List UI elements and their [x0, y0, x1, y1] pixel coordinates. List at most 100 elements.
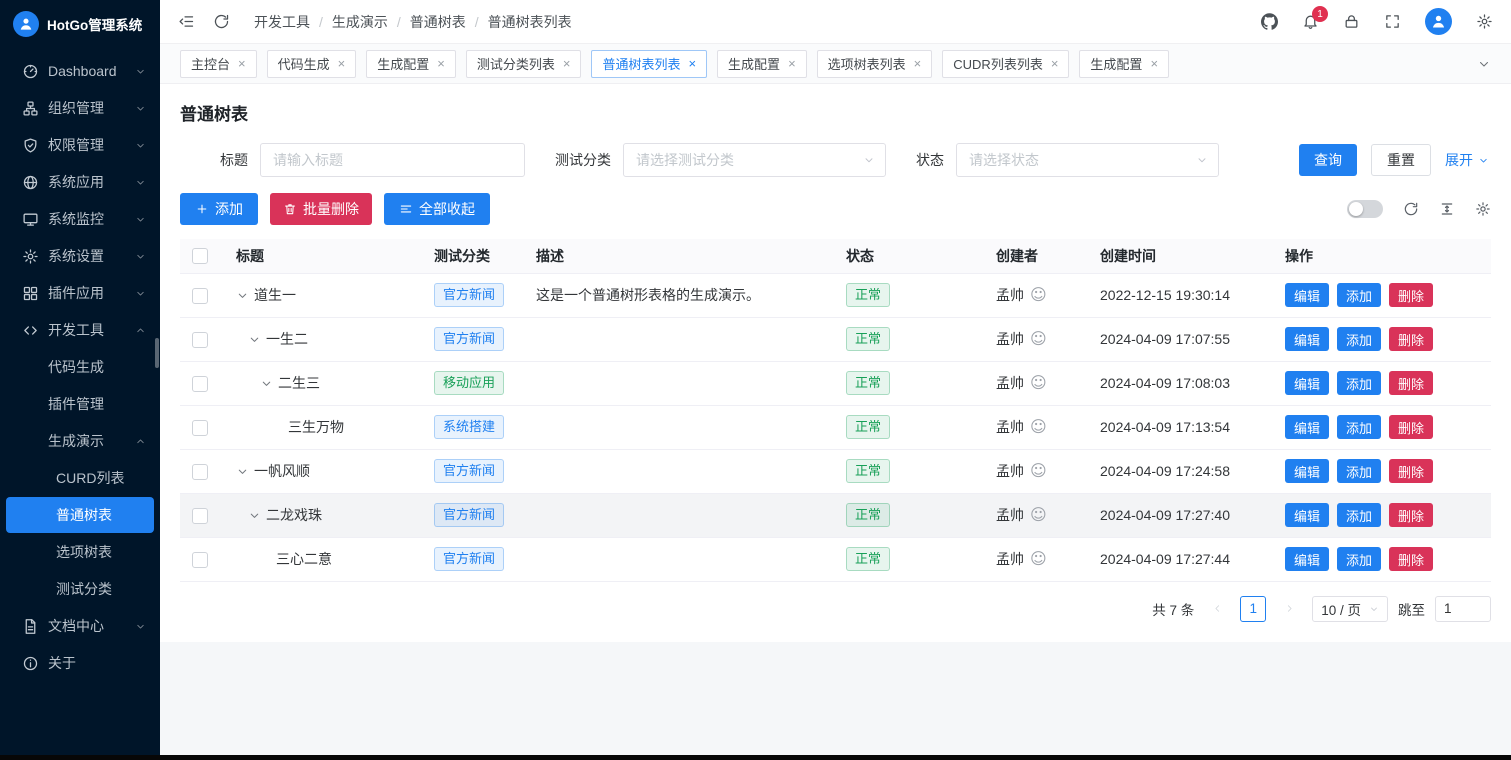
sidebar-item[interactable]: 代码生成 — [6, 349, 154, 385]
tab[interactable]: 代码生成× — [267, 50, 357, 78]
tab-close-icon[interactable]: × — [437, 57, 445, 70]
row-add-button[interactable]: 添加 — [1337, 503, 1381, 527]
delete-button[interactable]: 删除 — [1389, 547, 1433, 571]
status-select[interactable]: 请选择状态 — [956, 143, 1219, 177]
batch-delete-button[interactable]: 批量删除 — [270, 193, 372, 225]
expand-arrow-icon[interactable] — [248, 333, 261, 346]
tab[interactable]: 主控台× — [180, 50, 257, 78]
sidebar-item[interactable]: 文档中心 — [6, 608, 154, 644]
delete-button[interactable]: 删除 — [1389, 503, 1433, 527]
sidebar-item[interactable]: 插件应用 — [6, 275, 154, 311]
sidebar-item[interactable]: 生成演示 — [6, 423, 154, 459]
app-logo-row[interactable]: HotGo管理系统 — [0, 0, 160, 48]
fullscreen-icon[interactable] — [1384, 13, 1401, 30]
row-add-button[interactable]: 添加 — [1337, 415, 1381, 439]
delete-button[interactable]: 删除 — [1389, 459, 1433, 483]
edit-button[interactable]: 编辑 — [1285, 415, 1329, 439]
user-avatar[interactable] — [1425, 8, 1452, 35]
title-input[interactable] — [260, 143, 525, 177]
search-button[interactable]: 查询 — [1299, 144, 1357, 176]
edit-button[interactable]: 编辑 — [1285, 547, 1329, 571]
row-checkbox[interactable] — [192, 464, 208, 480]
edit-button[interactable]: 编辑 — [1285, 283, 1329, 307]
delete-button[interactable]: 删除 — [1389, 371, 1433, 395]
sidebar-item[interactable]: 关于 — [6, 645, 154, 681]
settings-gear-icon[interactable] — [1476, 13, 1493, 30]
sidebar-item[interactable]: Dashboard — [6, 53, 154, 89]
row-checkbox[interactable] — [192, 288, 208, 304]
sidebar-item[interactable]: 开发工具 — [6, 312, 154, 348]
row-checkbox[interactable] — [192, 332, 208, 348]
sidebar-item[interactable]: CURD列表 — [6, 460, 154, 496]
tab[interactable]: 选项树表列表× — [817, 50, 933, 78]
column-height-icon[interactable] — [1439, 201, 1455, 217]
add-button[interactable]: 添加 — [180, 193, 258, 225]
sidebar-item[interactable]: 组织管理 — [6, 90, 154, 126]
page-number-button[interactable]: 1 — [1240, 596, 1266, 622]
row-checkbox[interactable] — [192, 376, 208, 392]
delete-button[interactable]: 删除 — [1389, 327, 1433, 351]
sidebar-item[interactable]: 普通树表 — [6, 497, 154, 533]
sidebar-scrollbar[interactable] — [155, 338, 159, 368]
tab-close-icon[interactable]: × — [1150, 57, 1158, 70]
edit-button[interactable]: 编辑 — [1285, 459, 1329, 483]
tab[interactable]: 生成配置× — [366, 50, 456, 78]
row-checkbox[interactable] — [192, 552, 208, 568]
table-settings-icon[interactable] — [1475, 201, 1491, 217]
sidebar-item[interactable]: 测试分类 — [6, 571, 154, 607]
table-refresh-icon[interactable] — [1403, 201, 1419, 217]
expand-arrow-icon[interactable] — [260, 377, 273, 390]
tab-options-chevron-icon[interactable] — [1477, 57, 1491, 71]
breadcrumb-item[interactable]: 开发工具 — [254, 12, 310, 32]
edit-button[interactable]: 编辑 — [1285, 503, 1329, 527]
tab[interactable]: CUDR列表列表× — [942, 50, 1069, 78]
tab-close-icon[interactable]: × — [338, 57, 346, 70]
row-add-button[interactable]: 添加 — [1337, 283, 1381, 307]
delete-button[interactable]: 删除 — [1389, 283, 1433, 307]
lock-icon[interactable] — [1343, 13, 1360, 30]
expand-arrow-icon[interactable] — [248, 509, 261, 522]
sidebar-item[interactable]: 系统应用 — [6, 164, 154, 200]
next-page-button[interactable] — [1276, 596, 1302, 622]
breadcrumb-item[interactable]: 普通树表列表 — [488, 12, 572, 32]
toggle-switch[interactable] — [1347, 200, 1383, 218]
row-add-button[interactable]: 添加 — [1337, 371, 1381, 395]
row-add-button[interactable]: 添加 — [1337, 547, 1381, 571]
row-checkbox[interactable] — [192, 420, 208, 436]
expand-link[interactable]: 展开 — [1445, 150, 1489, 170]
page-size-select[interactable]: 10 / 页 — [1312, 596, 1388, 622]
sidebar-collapse-icon[interactable] — [178, 13, 195, 30]
edit-button[interactable]: 编辑 — [1285, 371, 1329, 395]
delete-button[interactable]: 删除 — [1389, 415, 1433, 439]
tab[interactable]: 生成配置× — [1079, 50, 1169, 78]
row-checkbox[interactable] — [192, 508, 208, 524]
edit-button[interactable]: 编辑 — [1285, 327, 1329, 351]
tab-close-icon[interactable]: × — [563, 57, 571, 70]
sidebar-item[interactable]: 系统设置 — [6, 238, 154, 274]
tab-close-icon[interactable]: × — [238, 57, 246, 70]
github-icon[interactable] — [1261, 13, 1278, 30]
row-add-button[interactable]: 添加 — [1337, 459, 1381, 483]
tab[interactable]: 测试分类列表× — [466, 50, 582, 78]
select-all-checkbox[interactable] — [192, 248, 208, 264]
sidebar-item[interactable]: 系统监控 — [6, 201, 154, 237]
tab-close-icon[interactable]: × — [688, 57, 696, 70]
category-select[interactable]: 请选择测试分类 — [623, 143, 886, 177]
tab[interactable]: 普通树表列表× — [591, 50, 707, 78]
expand-arrow-icon[interactable] — [236, 465, 249, 478]
prev-page-button[interactable] — [1204, 596, 1230, 622]
sidebar-item[interactable]: 插件管理 — [6, 386, 154, 422]
sidebar-item[interactable]: 权限管理 — [6, 127, 154, 163]
breadcrumb-item[interactable]: 普通树表 — [410, 12, 466, 32]
tab-close-icon[interactable]: × — [788, 57, 796, 70]
tab[interactable]: 生成配置× — [717, 50, 807, 78]
breadcrumb-item[interactable]: 生成演示 — [332, 12, 388, 32]
expand-arrow-icon[interactable] — [236, 289, 249, 302]
jump-to-input[interactable] — [1435, 596, 1491, 622]
tab-close-icon[interactable]: × — [914, 57, 922, 70]
reset-button[interactable]: 重置 — [1371, 144, 1431, 176]
notification-bell-icon[interactable]: 1 — [1302, 13, 1319, 30]
sidebar-item[interactable]: 选项树表 — [6, 534, 154, 570]
tab-close-icon[interactable]: × — [1051, 57, 1059, 70]
page-refresh-icon[interactable] — [213, 13, 230, 30]
